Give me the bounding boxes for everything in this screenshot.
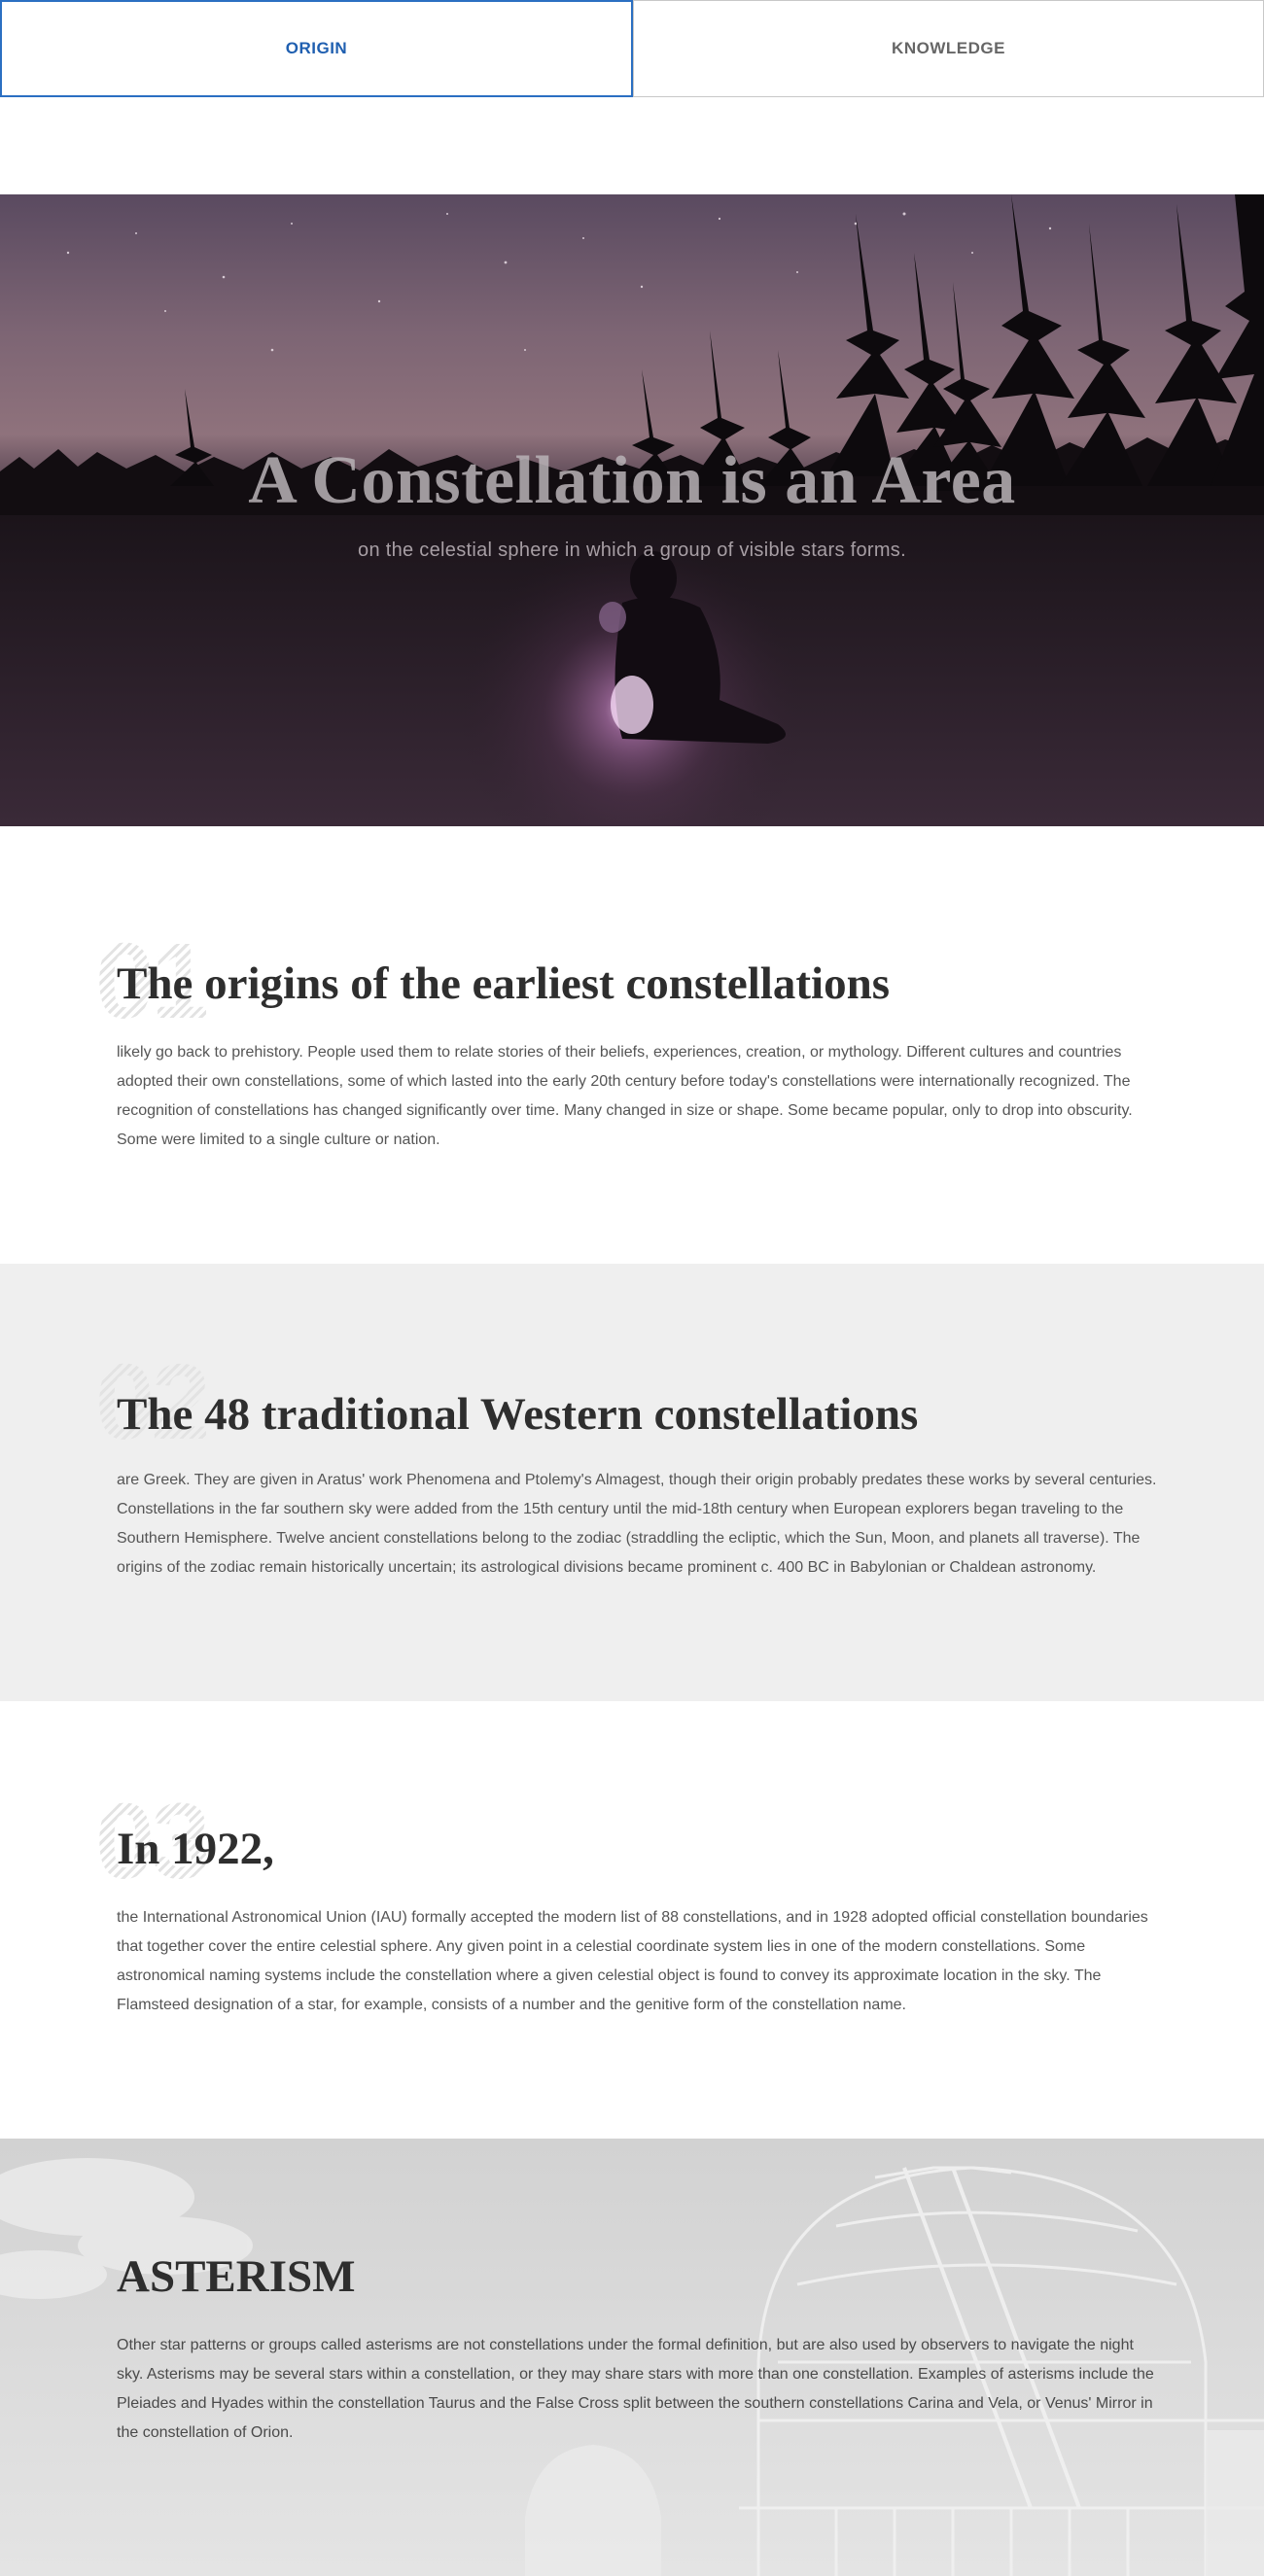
section-iau-1922: 03 In 1922, the International Astronomic… [0, 1701, 1264, 2139]
hero-title: A Constellation is an Area [248, 443, 1016, 518]
hero-subtitle: on the celestial sphere in which a group… [358, 540, 906, 561]
section-title: In 1922, [117, 1824, 274, 1874]
section-asterism: ASTERISM Other star patterns or groups c… [0, 2139, 1264, 2576]
asterism-title: ASTERISM [117, 2251, 356, 2302]
section-text: likely go back to prehistory. People use… [117, 1044, 1133, 1148]
tab-knowledge[interactable]: KNOWLEDGE [633, 0, 1264, 97]
section-text: the International Astronomical Union (IA… [117, 1909, 1148, 2013]
hero-banner: A Constellation is an Area on the celest… [0, 194, 1264, 826]
section-western-constellations: 02 The 48 traditional Western constellat… [0, 1264, 1264, 1701]
section-text: are Greek. They are given in Aratus' wor… [117, 1472, 1157, 1576]
tab-bar: ORIGIN KNOWLEDGE [0, 0, 1264, 97]
section-title: The origins of the earliest constellatio… [117, 958, 891, 1009]
section-title: The 48 traditional Western constellation… [117, 1389, 919, 1440]
section-origins: 01 The origins of the earliest constella… [0, 826, 1264, 1264]
asterism-text: Other star patterns or groups called ast… [117, 2337, 1154, 2441]
tab-origin[interactable]: ORIGIN [0, 0, 633, 97]
